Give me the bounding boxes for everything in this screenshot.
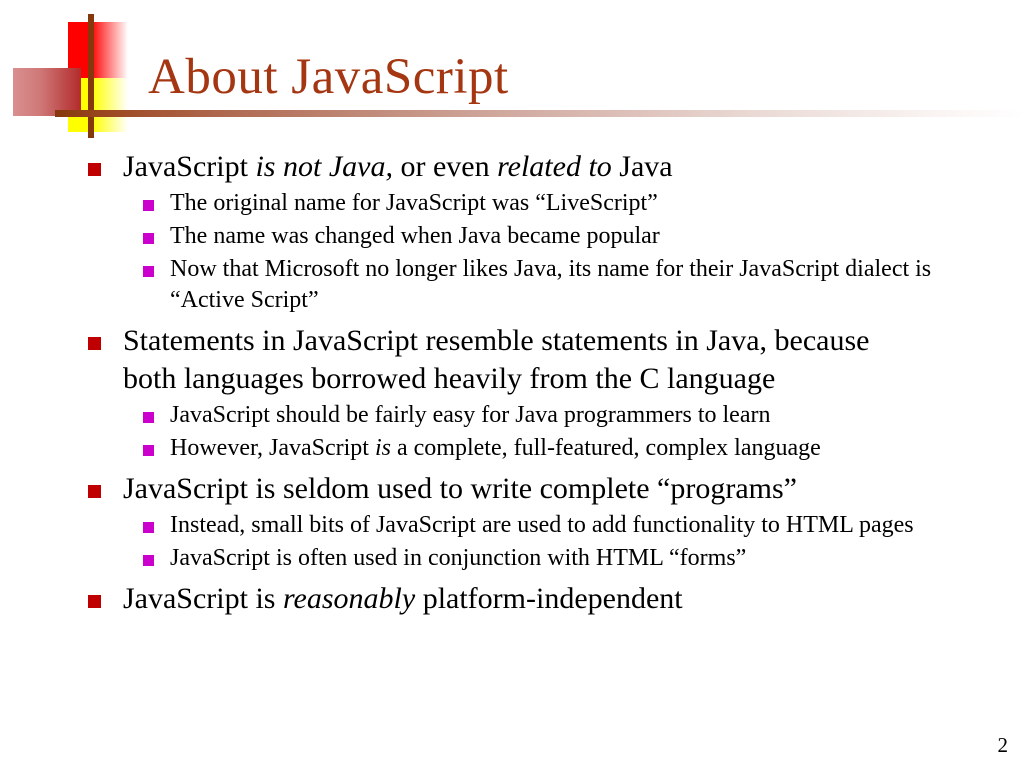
bullet-square-glyph: [88, 163, 101, 176]
bullet-text-emphasis: is: [374, 435, 391, 461]
bullet-text-run: The name was changed when Java became po…: [170, 223, 660, 249]
bullet-text: JavaScript is seldom used to write compl…: [123, 470, 883, 508]
bullet-text: JavaScript is reasonably platform-indepe…: [123, 580, 883, 618]
bullet-item-level-1: JavaScript is reasonably platform-indepe…: [0, 580, 1024, 618]
bullet-square-glyph: [88, 485, 101, 498]
bullet-item-level-2: The name was changed when Java became po…: [0, 221, 1024, 252]
bullet-square-glyph: [143, 233, 154, 244]
bullet-square-glyph: [143, 412, 154, 423]
bullet-text-run: JavaScript is seldom used to write compl…: [123, 472, 797, 505]
bullet-square-icon: [143, 433, 170, 456]
bullet-text-run: or even: [392, 150, 498, 183]
bullet-square-icon: [88, 470, 123, 498]
logo-rose-rectangle-shape: [13, 68, 81, 116]
bullet-text-run: Now that Microsoft no longer likes Java,…: [170, 256, 932, 313]
bullet-item-level-2: However, JavaScript is a complete, full-…: [0, 433, 1024, 464]
bullet-text-run: JavaScript: [123, 150, 256, 183]
bullet-text: JavaScript is often used in conjunction …: [170, 543, 960, 574]
bullet-text-run: a complete, full-featured, complex langu…: [391, 435, 821, 461]
bullet-square-icon: [88, 580, 123, 608]
bullet-text-emphasis: related to: [497, 150, 612, 183]
bullet-text-run: JavaScript is often used in conjunction …: [170, 545, 747, 571]
bullet-text-emphasis: is not Java,: [255, 150, 393, 183]
slide-content-body: JavaScript is not Java, or even related …: [0, 148, 1024, 620]
bullet-square-glyph: [143, 200, 154, 211]
page-number: 2: [997, 733, 1009, 757]
bullet-square-icon: [88, 148, 123, 176]
bullet-text: However, JavaScript is a complete, full-…: [170, 433, 960, 464]
bullet-text-run: Statements in JavaScript resemble statem…: [123, 324, 870, 395]
bullet-square-icon: [143, 543, 170, 566]
bullet-item-level-1: JavaScript is not Java, or even related …: [0, 148, 1024, 186]
bullet-item-level-2: JavaScript is often used in conjunction …: [0, 543, 1024, 574]
bullet-square-glyph: [143, 445, 154, 456]
bullet-text: JavaScript is not Java, or even related …: [123, 148, 883, 186]
bullet-text: Instead, small bits of JavaScript are us…: [170, 510, 960, 541]
slide: About JavaScript JavaScript is not Java,…: [0, 0, 1024, 768]
bullet-text-run: JavaScript is: [123, 582, 283, 615]
bullet-square-icon: [143, 188, 170, 211]
bullet-item-level-1: JavaScript is seldom used to write compl…: [0, 470, 1024, 508]
bullet-text-run: platform-independent: [415, 582, 683, 615]
bullet-square-icon: [143, 400, 170, 423]
bullet-item-level-1: Statements in JavaScript resemble statem…: [0, 322, 1024, 398]
bullet-text-run: JavaScript should be fairly easy for Jav…: [170, 402, 771, 428]
bullet-square-icon: [143, 221, 170, 244]
bullet-text: The name was changed when Java became po…: [170, 221, 960, 252]
bullet-text-run: The original name for JavaScript was “Li…: [170, 190, 658, 216]
bullet-square-glyph: [88, 595, 101, 608]
bullet-text-emphasis: reasonably: [282, 582, 416, 615]
logo-vertical-line: [88, 14, 94, 138]
bullet-square-glyph: [143, 266, 154, 277]
bullet-text-run: However, JavaScript: [170, 435, 375, 461]
bullet-item-level-2: Now that Microsoft no longer likes Java,…: [0, 254, 1024, 316]
bullet-square-glyph: [88, 337, 101, 350]
bullet-square-icon: [88, 322, 123, 350]
page-title: About JavaScript: [148, 49, 509, 105]
bullet-square-glyph: [143, 522, 154, 533]
bullet-square-icon: [143, 510, 170, 533]
title-underline-rule: [55, 110, 1024, 117]
bullet-item-level-2: The original name for JavaScript was “Li…: [0, 188, 1024, 219]
bullet-text: Statements in JavaScript resemble statem…: [123, 322, 883, 398]
bullet-item-level-2: Instead, small bits of JavaScript are us…: [0, 510, 1024, 541]
bullet-item-level-2: JavaScript should be fairly easy for Jav…: [0, 400, 1024, 431]
bullet-square-icon: [143, 254, 170, 277]
bullet-text: Now that Microsoft no longer likes Java,…: [170, 254, 960, 316]
bullet-square-glyph: [143, 555, 154, 566]
bullet-text-run: Java: [611, 150, 673, 183]
bullet-text: The original name for JavaScript was “Li…: [170, 188, 960, 219]
bullet-text-run: Instead, small bits of JavaScript are us…: [170, 512, 914, 538]
bullet-text: JavaScript should be fairly easy for Jav…: [170, 400, 960, 431]
